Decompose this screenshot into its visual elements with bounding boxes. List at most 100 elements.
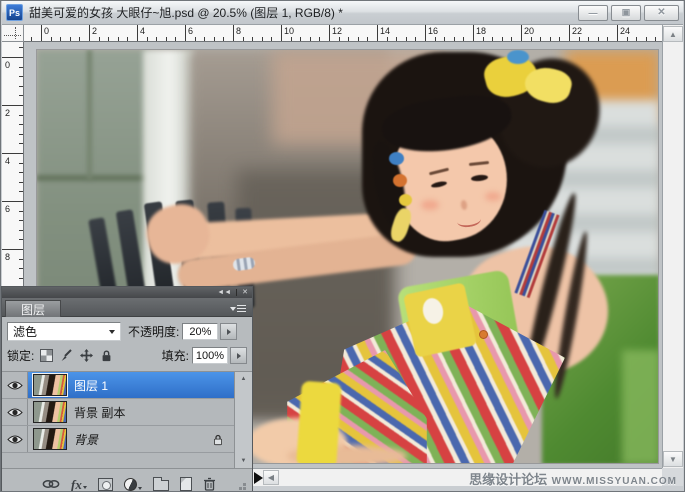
opacity-input[interactable]: 20% — [182, 323, 219, 340]
tab-layers[interactable]: 图层 — [5, 300, 61, 317]
ruler-tick: 16 — [428, 26, 439, 36]
visibility-toggle[interactable] — [2, 399, 28, 425]
fill-input[interactable]: 100% — [192, 347, 228, 364]
ruler-tick — [127, 37, 129, 41]
ruler-tick — [2, 153, 23, 154]
ruler-tick — [19, 95, 23, 97]
visibility-toggle[interactable] — [2, 426, 28, 452]
close-panel-icon[interactable]: ✕ — [242, 289, 248, 296]
ruler-tick — [463, 37, 465, 41]
ruler-tick — [19, 210, 23, 212]
photo-shape — [296, 380, 342, 463]
ruler-tick — [2, 201, 23, 202]
ruler-tick — [540, 37, 542, 41]
ruler-tick: 2 — [92, 26, 98, 36]
lock-position-icon[interactable] — [80, 349, 94, 362]
ruler-tick: 0 — [44, 26, 50, 36]
ruler-tick — [19, 66, 23, 68]
layer-style-fx-icon[interactable]: fx — [71, 478, 87, 491]
layer-name[interactable]: 背景 副本 — [74, 404, 125, 421]
layer-row-layer1[interactable]: 图层 1 — [2, 372, 234, 399]
ruler-tick — [89, 25, 90, 41]
ruler-tick — [549, 37, 551, 41]
vertical-scrollbar[interactable]: ▲ ▼ — [662, 25, 683, 468]
lock-paint-icon[interactable] — [60, 349, 73, 362]
photo-shape — [393, 174, 407, 187]
ruler-tick — [185, 25, 186, 41]
panel-menu-icon[interactable] — [230, 304, 246, 313]
new-group-icon[interactable] — [152, 477, 169, 491]
lock-transparency-icon[interactable] — [40, 349, 54, 362]
ruler-tick — [79, 37, 81, 41]
ruler-tick — [19, 229, 23, 231]
ruler-tick — [396, 37, 398, 41]
visibility-toggle[interactable] — [2, 372, 28, 398]
layers-panel-header[interactable]: ◄◄ ✕ — [2, 287, 252, 298]
blend-mode-select[interactable]: 滤色 — [7, 322, 121, 341]
ruler-tick — [492, 37, 494, 41]
ruler-tick — [19, 268, 23, 270]
layer-thumbnail[interactable] — [33, 428, 67, 450]
add-layer-mask-icon[interactable] — [97, 477, 113, 491]
photo-shape — [421, 200, 439, 210]
layer-thumbnail[interactable] — [33, 401, 67, 423]
new-layer-icon[interactable] — [179, 477, 192, 491]
photo-shape — [37, 175, 149, 181]
ruler-tick — [348, 37, 350, 41]
ruler-tick — [367, 37, 369, 41]
adjustment-layer-icon[interactable] — [123, 477, 142, 491]
ruler-horizontal[interactable]: 0 2 4 6 8 10 12 14 16 18 20 22 24 — [24, 25, 663, 42]
ruler-tick — [19, 239, 23, 241]
ruler-tick — [501, 37, 503, 41]
layer-thumbnail[interactable] — [33, 374, 67, 396]
ruler-tick — [645, 37, 647, 41]
layers-panel-tabs: 图层 — [2, 298, 252, 317]
ruler-tick — [50, 37, 52, 41]
blend-mode-value: 滤色 — [13, 325, 38, 339]
ruler-tick — [405, 37, 407, 41]
ruler-origin-corner[interactable] — [2, 25, 24, 42]
close-button[interactable]: ✕ — [644, 4, 679, 21]
restore-button[interactable]: ▣ — [611, 4, 641, 21]
watermark-site-name: 思缘设计论坛 — [469, 472, 548, 487]
scroll-down-icon[interactable]: ▼ — [235, 455, 252, 467]
title-bar[interactable]: Ps 甜美可爱的女孩 大眼仔~旭.psd @ 20.5% (图层 1, RGB/… — [2, 1, 683, 25]
ruler-tick: 22 — [572, 26, 583, 36]
ruler-tick — [377, 25, 378, 41]
scroll-up-icon[interactable]: ▲ — [663, 26, 683, 42]
ruler-tick — [19, 114, 23, 116]
ruler-tick — [521, 25, 522, 41]
minimize-button[interactable]: — — [578, 4, 608, 21]
ruler-tick — [309, 37, 311, 41]
ruler-tick — [453, 37, 455, 41]
layer-name[interactable]: 图层 1 — [74, 377, 108, 394]
ruler-tick — [597, 37, 599, 41]
link-layers-icon[interactable] — [42, 478, 60, 490]
layer-row-background[interactable]: 背景 — [2, 426, 234, 453]
collapse-panel-icon[interactable]: ◄◄ — [217, 289, 231, 296]
ruler-tick: 4 — [5, 156, 11, 166]
ruler-tick — [338, 37, 340, 41]
ruler-tick — [19, 143, 23, 145]
ruler-tick — [281, 25, 282, 41]
photo-shape — [622, 350, 658, 463]
scroll-up-icon[interactable]: ▲ — [235, 373, 252, 385]
delete-layer-icon[interactable] — [203, 477, 216, 491]
ruler-tick — [204, 37, 206, 41]
layer-list-scrollbar[interactable]: ▲ ▼ — [234, 372, 252, 468]
scroll-left-icon[interactable]: ◀ — [263, 470, 279, 485]
scroll-down-icon[interactable]: ▼ — [663, 451, 683, 467]
panel-expand-arrow-icon[interactable] — [254, 472, 263, 484]
ruler-tick — [117, 37, 119, 41]
layers-panel: ◄◄ ✕ 图层 滤色 不透明度: 20% 锁定: 填充: 100% 图层 1 背… — [1, 286, 253, 491]
ruler-tick — [636, 37, 638, 41]
fill-slider-button[interactable] — [230, 347, 247, 364]
lock-all-icon[interactable] — [100, 349, 113, 362]
opacity-slider-button[interactable] — [220, 323, 238, 340]
header-divider — [236, 289, 238, 296]
layer-row-background-copy[interactable]: 背景 副本 — [2, 399, 234, 426]
ruler-tick: 10 — [284, 26, 295, 36]
layer-name[interactable]: 背景 — [74, 431, 98, 448]
ruler-tick — [19, 220, 23, 222]
layers-panel-actions: fx — [2, 468, 252, 491]
